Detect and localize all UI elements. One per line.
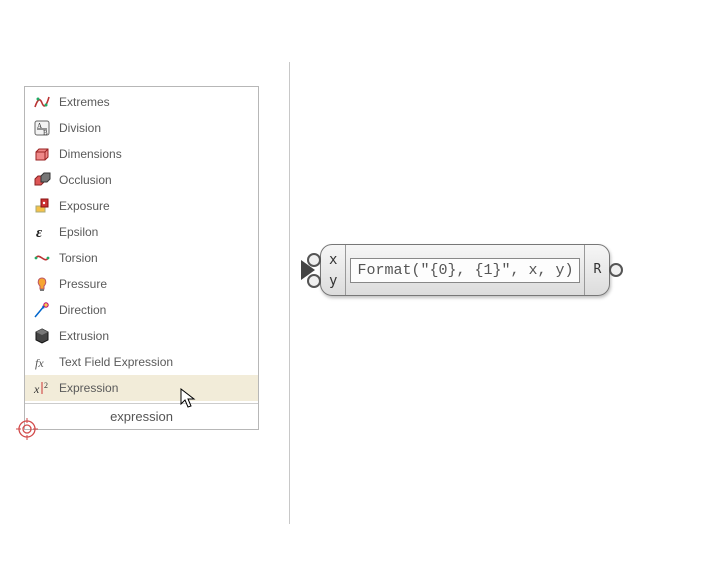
menu-item-pressure[interactable]: Pressure bbox=[25, 271, 258, 297]
menu-item-expression[interactable]: x2 Expression bbox=[25, 375, 258, 401]
menu-item-label: Exposure bbox=[59, 199, 110, 213]
menu-item-label: Torsion bbox=[59, 251, 98, 265]
fx-icon: fx bbox=[33, 353, 51, 371]
menu-item-exposure[interactable]: Exposure bbox=[25, 193, 258, 219]
menu-item-epsilon[interactable]: ε Epsilon bbox=[25, 219, 258, 245]
search-text: expression bbox=[110, 409, 173, 424]
epsilon-icon: ε bbox=[33, 223, 51, 241]
menu-item-extrusion[interactable]: Extrusion bbox=[25, 323, 258, 349]
menu-item-label: Dimensions bbox=[59, 147, 122, 161]
svg-text:B: B bbox=[43, 129, 48, 137]
exposure-icon bbox=[33, 197, 51, 215]
menu-item-label: Extrusion bbox=[59, 329, 109, 343]
menu-item-torsion[interactable]: Torsion bbox=[25, 245, 258, 271]
occlusion-icon bbox=[33, 171, 51, 189]
expression-node[interactable]: x y Format("{0}, {1}", x, y) R bbox=[320, 244, 610, 296]
target-marker-icon bbox=[16, 418, 38, 440]
menu-item-label: Division bbox=[59, 121, 101, 135]
svg-text:x: x bbox=[33, 382, 40, 396]
menu-item-text-field-expression[interactable]: fx Text Field Expression bbox=[25, 349, 258, 375]
menu-item-label: Extremes bbox=[59, 95, 110, 109]
input-port-y[interactable]: y bbox=[329, 271, 337, 291]
dimensions-icon bbox=[33, 145, 51, 163]
expression-field[interactable]: Format("{0}, {1}", x, y) bbox=[350, 258, 580, 283]
node-outputs: R bbox=[584, 245, 609, 295]
vertical-divider bbox=[289, 62, 290, 524]
pressure-icon bbox=[33, 275, 51, 293]
menu-item-dimensions[interactable]: Dimensions bbox=[25, 141, 258, 167]
menu-item-occlusion[interactable]: Occlusion bbox=[25, 167, 258, 193]
menu-item-label: Text Field Expression bbox=[59, 355, 173, 369]
svg-text:ε: ε bbox=[36, 225, 43, 241]
menu-item-extremes[interactable]: Extremes bbox=[25, 89, 258, 115]
menu-item-division[interactable]: AB Division bbox=[25, 115, 258, 141]
division-icon: AB bbox=[33, 119, 51, 137]
menu-item-label: Pressure bbox=[59, 277, 107, 291]
menu-item-label: Expression bbox=[59, 381, 118, 395]
extremes-icon bbox=[33, 93, 51, 111]
svg-text:2: 2 bbox=[44, 381, 48, 390]
extrusion-icon bbox=[33, 327, 51, 345]
menu-item-direction[interactable]: Direction bbox=[25, 297, 258, 323]
input-port-x[interactable]: x bbox=[329, 250, 337, 270]
xsq-icon: x2 bbox=[33, 379, 51, 397]
menu-item-label: Epsilon bbox=[59, 225, 98, 239]
component-search-panel: Extremes AB Division Dimensions Occlusio… bbox=[24, 86, 259, 430]
direction-icon bbox=[33, 301, 51, 319]
svg-text:fx: fx bbox=[35, 356, 44, 370]
menu-item-label: Occlusion bbox=[59, 173, 112, 187]
node-body: Format("{0}, {1}", x, y) bbox=[346, 245, 584, 295]
search-input[interactable]: expression bbox=[25, 403, 258, 429]
torsion-icon bbox=[33, 249, 51, 267]
output-port-r[interactable]: R bbox=[593, 260, 601, 280]
menu-item-label: Direction bbox=[59, 303, 106, 317]
node-inputs: x y bbox=[321, 245, 346, 295]
